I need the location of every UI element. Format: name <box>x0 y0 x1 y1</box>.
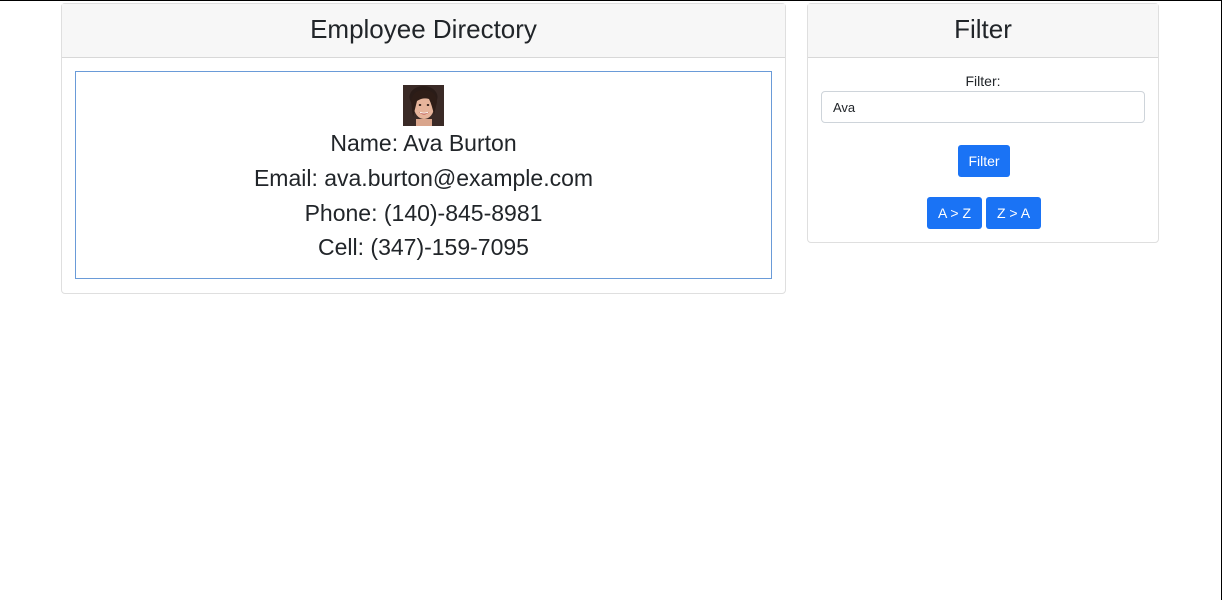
filter-title: Filter <box>808 4 1158 58</box>
filter-label: Filter: <box>965 73 1001 89</box>
page-frame: Employee Directory Name: Ava Burton Emai… <box>0 0 1222 600</box>
filter-button[interactable]: Filter <box>958 145 1010 177</box>
avatar <box>403 85 444 126</box>
filter-input[interactable] <box>821 91 1145 123</box>
employee-card: Name: Ava Burton Email: ava.burton@examp… <box>75 71 772 279</box>
filter-card: Filter Filter: Filter A > Z Z > A <box>807 3 1159 243</box>
sort-a-to-z-button[interactable]: A > Z <box>927 197 982 229</box>
employee-phone: Phone: (140)-845-8981 <box>304 199 543 226</box>
employee-name: Name: Ava Burton <box>330 130 517 156</box>
employee-cell: Cell: (347)-159-7095 <box>318 234 529 261</box>
employee-directory-card: Employee Directory Name: Ava Burton Emai… <box>61 3 786 294</box>
sort-z-to-a-button[interactable]: Z > A <box>986 197 1041 229</box>
directory-title: Employee Directory <box>62 4 785 58</box>
employee-email: Email: ava.burton@example.com <box>253 164 594 191</box>
